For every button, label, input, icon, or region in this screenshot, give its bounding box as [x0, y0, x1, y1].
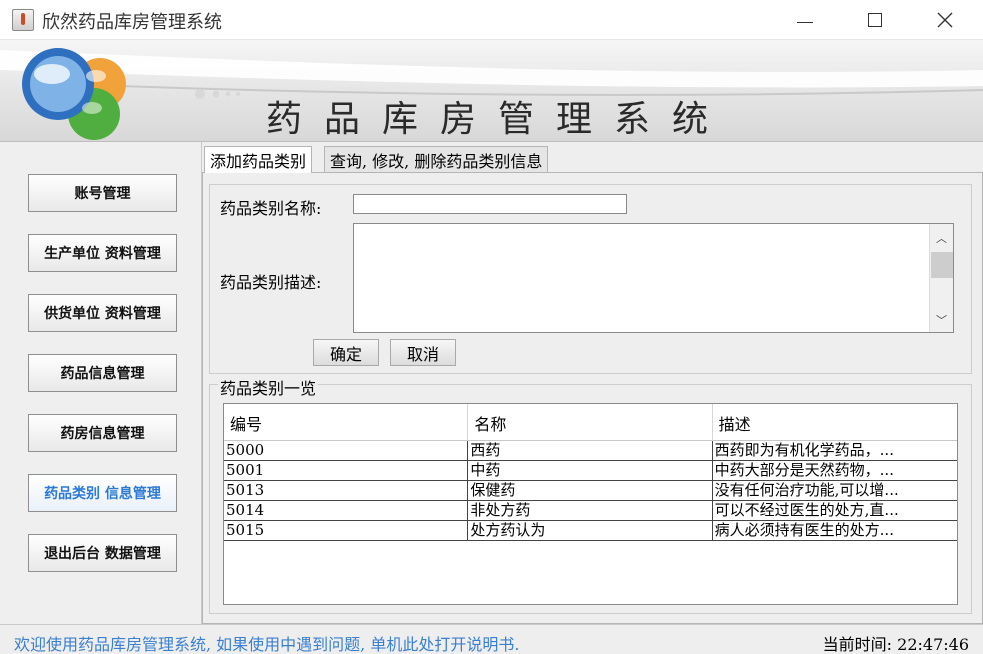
- table-row[interactable]: 5015 处方药认为 病人必须持有医生的处方...: [224, 521, 957, 541]
- table-row[interactable]: 5000 西药 西药即为有机化学药品，...: [224, 441, 957, 461]
- cell-id: 5013: [224, 481, 469, 501]
- scroll-thumb[interactable]: [931, 252, 953, 278]
- cell-name: 处方药认为: [468, 521, 713, 541]
- cell-id: 5001: [224, 461, 469, 481]
- cancel-button[interactable]: 取消: [390, 339, 456, 366]
- title-bar: 欣然药品库房管理系统: [0, 0, 983, 40]
- category-name-label: 药品类别名称:: [220, 199, 322, 218]
- cell-description: 病人必须持有医生的处方...: [714, 521, 894, 539]
- close-button[interactable]: [914, 0, 976, 40]
- java-app-icon: [12, 9, 34, 31]
- scroll-down-icon[interactable]: ﹀: [936, 312, 947, 328]
- cell-name: 中药: [468, 461, 713, 481]
- desc-scrollbar[interactable]: ︿ ﹀: [929, 224, 953, 332]
- category-desc-label: 药品类别描述:: [220, 273, 322, 292]
- nav-account-button[interactable]: 账号管理: [28, 174, 177, 212]
- cell-id: 5014: [224, 501, 469, 521]
- cell-id: 5015: [224, 521, 469, 541]
- close-icon: [937, 12, 953, 28]
- table-row[interactable]: 5014 非处方药 可以不经过医生的处方,直...: [224, 501, 957, 521]
- nav-drug-info-button[interactable]: 药品信息管理: [28, 354, 177, 392]
- category-list-title: 药品类别一览: [218, 375, 319, 399]
- table-row[interactable]: 5013 保健药 没有任何治疗功能,可以增...: [224, 481, 957, 501]
- minimize-icon: [797, 21, 813, 23]
- confirm-button[interactable]: 确定: [313, 339, 379, 366]
- scroll-up-icon[interactable]: ︿: [936, 230, 947, 246]
- nav-manufacturer-button[interactable]: 生产单位 资料管理: [28, 234, 177, 272]
- cell-name: 保健药: [468, 481, 713, 501]
- header-description[interactable]: 描述: [713, 404, 957, 441]
- header-name[interactable]: 名称: [468, 404, 713, 441]
- minimize-button[interactable]: [774, 0, 836, 40]
- cell-description: 西药即为有机化学药品，...: [714, 441, 894, 459]
- cell-name: 非处方药: [468, 501, 713, 521]
- window-title: 欣然药品库房管理系统: [42, 12, 222, 33]
- nav-drug-category-button[interactable]: 药品类别 信息管理: [28, 474, 177, 512]
- cell-id: 5000: [224, 441, 469, 461]
- cell-description: 没有任何治疗功能,可以增...: [714, 481, 899, 499]
- banner-title: 药品库房管理系统: [266, 99, 731, 140]
- tab-add-category[interactable]: 添加药品类别: [204, 146, 313, 173]
- nav-exit-backend-button[interactable]: 退出后台 数据管理: [28, 534, 177, 572]
- nav-supplier-button[interactable]: 供货单位 资料管理: [28, 294, 177, 332]
- tab-query-category[interactable]: 查询, 修改, 删除药品类别信息: [324, 146, 549, 172]
- cell-description: 可以不经过医生的处方,直...: [714, 501, 899, 519]
- cell-name: 西药: [468, 441, 713, 461]
- maximize-button[interactable]: [844, 0, 906, 40]
- header-banner: 药品库房管理系统: [0, 40, 983, 142]
- category-table[interactable]: 编号 名称 描述 5000 西药 西药即为有机化学药品，... 5001 中药 …: [223, 403, 958, 605]
- header-id[interactable]: 编号: [224, 404, 469, 441]
- table-header: 编号 名称 描述: [224, 404, 957, 441]
- category-desc-textarea[interactable]: ︿ ﹀: [353, 223, 954, 333]
- current-time-label: 当前时间: 22:47:46: [822, 635, 969, 654]
- help-manual-link[interactable]: 欢迎使用药品库房管理系统, 如果使用中遇到问题, 单机此处打开说明书.: [14, 631, 519, 654]
- table-row[interactable]: 5001 中药 中药大部分是天然药物，...: [224, 461, 957, 481]
- maximize-icon: [868, 13, 882, 27]
- category-name-input[interactable]: [353, 194, 627, 214]
- cell-description: 中药大部分是天然药物，...: [714, 461, 894, 479]
- nav-pharmacy-button[interactable]: 药房信息管理: [28, 414, 177, 452]
- status-bar: 欢迎使用药品库房管理系统, 如果使用中遇到问题, 单机此处打开说明书. 当前时间…: [0, 624, 983, 654]
